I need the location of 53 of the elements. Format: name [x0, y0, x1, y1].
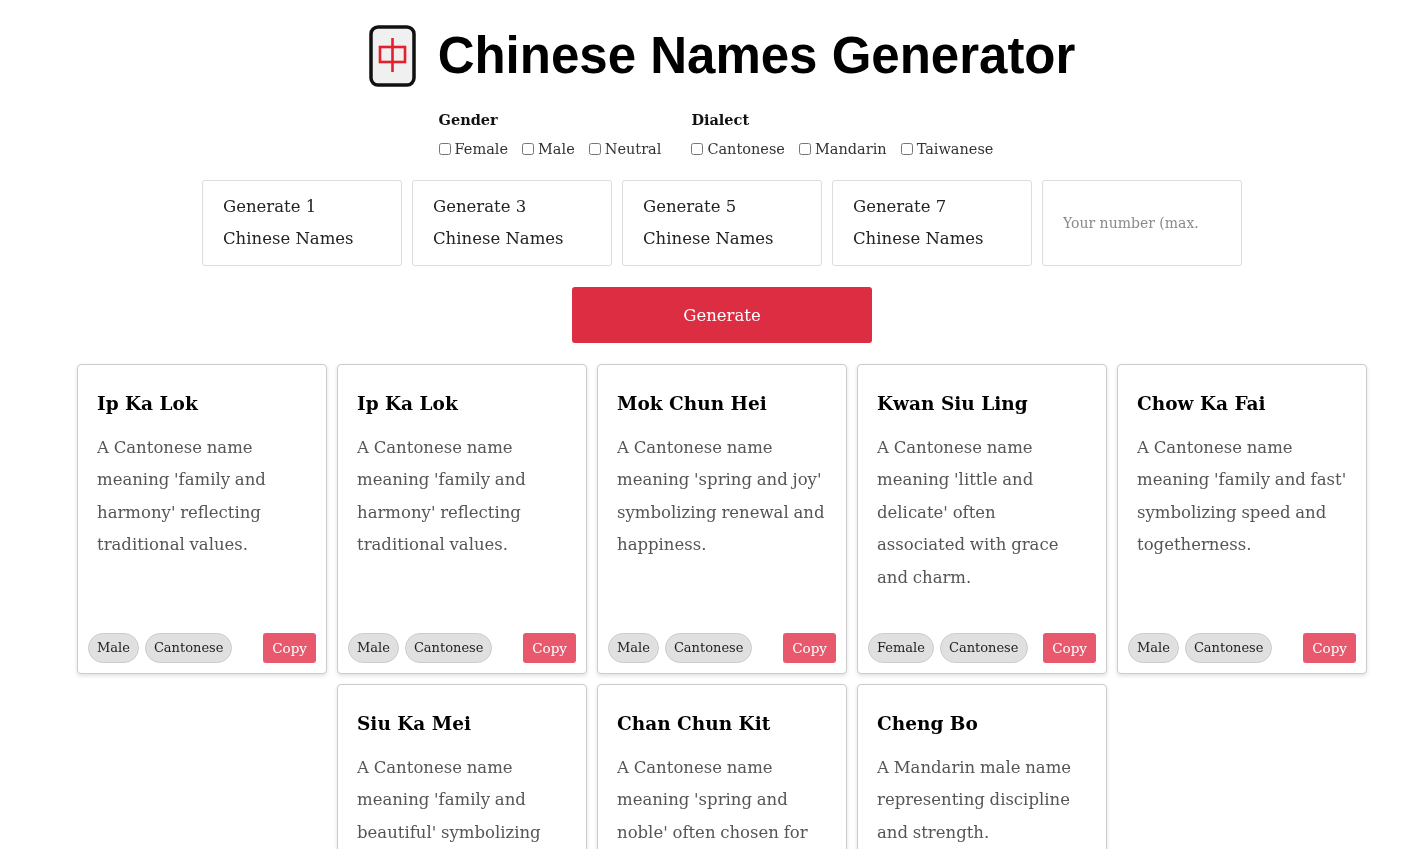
mahjong-tile-icon [368, 25, 416, 87]
card-name: Ip Ka Lok [97, 392, 199, 416]
page-title: Chinese Names Generator [437, 26, 1076, 86]
checkbox-label: Cantonese [707, 141, 785, 157]
checkbox[interactable] [438, 143, 451, 155]
generate-count-button[interactable]: Generate 3 Chinese Names [412, 180, 612, 266]
checkbox[interactable] [900, 143, 913, 155]
filter-label: Dialect [691, 111, 751, 128]
tag-label: Female [868, 633, 934, 663]
checkbox[interactable] [588, 143, 601, 155]
tag-label: Cantonese [939, 633, 1028, 663]
tag-label: Male [348, 633, 399, 663]
copy-button[interactable]: Copy [783, 633, 836, 663]
checkbox[interactable] [522, 143, 534, 155]
card-description: A Cantonese name meaning 'family and beautiful' symbolizing [357, 757, 542, 844]
generate-count-button[interactable]: Generate 5 Chinese Names [622, 180, 822, 266]
card-description: A Cantonese name meaning 'family and harmony' reflecting traditional values. [357, 437, 527, 557]
card-name: Chow Ka Fai [1137, 392, 1267, 416]
checkbox-label: Neutral [604, 141, 662, 157]
card-name: Cheng Bo [877, 712, 979, 736]
tag-label: Male [88, 633, 139, 663]
card-description: A Cantonese name meaning 'family and harmony' reflecting traditional values. [97, 437, 267, 557]
card-description: A Mandarin male name representing discipline and strength. [877, 757, 1073, 844]
card-name: Kwan Siu Ling [877, 392, 1029, 416]
card-name: Siu Ka Mei [357, 712, 473, 736]
card-description: A Cantonese name meaning 'spring and joy' symbolizing renewal and happiness. [617, 437, 826, 557]
card-description: A Cantonese name meaning 'spring and noble' often chosen for [617, 757, 809, 844]
tag-label: Cantonese [664, 633, 753, 663]
copy-button[interactable]: Copy [1043, 633, 1096, 663]
checkbox[interactable] [798, 143, 811, 155]
generate-count-button[interactable]: Generate 7 Chinese Names [832, 180, 1032, 266]
generate-count-button[interactable]: Generate 1 Chinese Names [202, 180, 402, 266]
tag-label: Cantonese [404, 633, 493, 663]
checkbox-label: Mandarin [814, 141, 887, 157]
generate-button[interactable]: Generate [572, 287, 872, 343]
tag-label: Male [1128, 633, 1179, 663]
copy-button[interactable]: Copy [523, 633, 576, 663]
checkbox-label: Female [454, 141, 508, 157]
card-name: Mok Chun Hei [617, 392, 768, 416]
tag-label: Male [608, 633, 659, 663]
copy-button[interactable]: Copy [1303, 633, 1356, 663]
card-description: A Cantonese name meaning 'little and delicate' often associated with grace and charm. [877, 437, 1060, 589]
number-input-field[interactable]: Your number (max. [1042, 180, 1242, 266]
checkbox[interactable] [691, 143, 704, 155]
tag-label: Cantonese [1184, 633, 1273, 663]
tag-label: Cantonese [144, 633, 233, 663]
card-name: Chan Chun Kit [617, 712, 772, 736]
card-description: A Cantonese name meaning 'family and fast' symbolizing speed and togetherness. [1137, 437, 1347, 557]
checkbox-label: Male [538, 141, 575, 157]
card-name: Ip Ka Lok [357, 392, 459, 416]
checkbox-label: Taiwanese [916, 141, 994, 157]
filter-label: Gender [438, 111, 499, 128]
copy-button[interactable]: Copy [263, 633, 316, 663]
